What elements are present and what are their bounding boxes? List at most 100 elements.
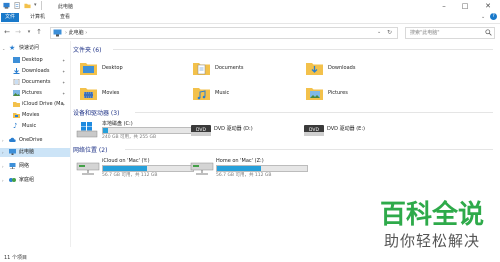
folder-label: Documents <box>215 65 244 71</box>
sidebar-item-pictures[interactable]: Pictures ✦ <box>0 89 70 98</box>
folder-desktop[interactable]: Desktop <box>80 60 180 76</box>
sidebar-item-homegroup[interactable]: › 家庭组 <box>0 176 70 185</box>
pictures-icon <box>13 90 20 96</box>
folder-documents[interactable]: Documents <box>193 60 293 76</box>
drive-usage-bar <box>102 127 194 134</box>
drive-usage-bar <box>102 165 194 172</box>
chevron-right-icon[interactable]: › <box>2 136 4 145</box>
sidebar-item-this-pc[interactable]: › 此电脑 <box>0 148 70 157</box>
help-icon[interactable]: ? <box>490 13 497 20</box>
address-bar[interactable]: › 此电脑 › ⌄ ↻ <box>50 27 398 39</box>
sidebar-item-label: Pictures <box>22 90 42 96</box>
folder-label: Movies <box>102 90 120 96</box>
cloud-icon <box>9 137 16 142</box>
network-drive-z[interactable]: Home on 'Mac' (Z:) 56.7 GB 可用，共 112 GB <box>188 157 313 179</box>
sidebar-item-downloads[interactable]: Downloads ✦ <box>0 67 70 76</box>
movies-icon <box>13 113 20 118</box>
quick-access-dropdown-icon[interactable]: ▾ <box>34 2 37 8</box>
close-button[interactable]: ✕ <box>483 1 493 11</box>
windows-drive-icon <box>76 122 98 138</box>
refresh-icon[interactable]: ↻ <box>387 28 392 37</box>
documents-folder-icon <box>193 63 210 75</box>
chevron-down-icon[interactable]: ⌄ <box>2 44 5 53</box>
sidebar-item-network[interactable]: › 网络 <box>0 162 70 171</box>
sidebar-item-label: iCloud Drive (Ma <box>22 101 64 107</box>
drive-size: 56.7 GB 可用，共 112 GB <box>102 173 158 178</box>
network-drive-icon <box>76 162 100 175</box>
window-icon <box>3 2 10 9</box>
properties-icon[interactable] <box>14 2 21 9</box>
folder-downloads[interactable]: Downloads <box>306 60 406 76</box>
forward-arrow-icon[interactable]: → <box>13 27 23 37</box>
sidebar-item-onedrive[interactable]: › OneDrive <box>0 136 70 145</box>
group-title: 网络位置 (2) <box>73 147 108 154</box>
drive-name: Home on 'Mac' (Z:) <box>216 158 264 164</box>
folder-movies[interactable]: Movies <box>80 85 180 101</box>
back-arrow-icon[interactable]: ← <box>2 27 12 37</box>
search-placeholder: 搜索"此电脑" <box>410 30 440 36</box>
music-folder-icon <box>193 88 210 100</box>
sidebar-item-label: Documents <box>22 79 51 85</box>
title-divider <box>41 1 42 10</box>
drive-usage-bar <box>216 165 308 172</box>
sidebar-item-label: 网络 <box>19 163 30 169</box>
sidebar-item-label: Movies <box>22 112 40 118</box>
search-icon <box>485 29 492 36</box>
maximize-button[interactable]: □ <box>460 1 470 11</box>
window-title: 此电脑 <box>58 4 74 10</box>
group-header-network[interactable]: 网络位置 (2) <box>73 145 493 154</box>
group-header-folders[interactable]: 文件夹 (6) <box>73 45 493 54</box>
up-arrow-icon[interactable]: ↑ <box>34 27 44 37</box>
recent-locations-icon[interactable]: ▾ <box>24 27 34 37</box>
drive-e[interactable]: DVD DVD 驱动器 (E:) <box>303 119 413 141</box>
sidebar-item-label: OneDrive <box>19 137 43 143</box>
pin-icon: ✦ <box>62 58 66 63</box>
sidebar-item-music[interactable]: ♪ Music <box>0 122 70 131</box>
music-icon: ♪ <box>13 122 18 130</box>
sidebar-item-icloud-drive[interactable]: iCloud Drive (Ma ✦ <box>0 100 70 109</box>
new-folder-icon[interactable] <box>24 2 31 9</box>
pictures-folder-icon <box>306 88 323 100</box>
title-bar: ▾ 此电脑 – □ ✕ <box>0 0 500 12</box>
ribbon-tabs: 文件 计算机 查看 ⌄ ? <box>0 12 500 24</box>
folder-label: Pictures <box>328 90 348 96</box>
drive-usage-fill <box>217 166 262 171</box>
sidebar-item-desktop[interactable]: Desktop ✦ <box>0 56 70 65</box>
drive-size: 240 GB 可用，共 255 GB <box>102 135 157 140</box>
tab-view[interactable]: 查看 <box>56 13 74 22</box>
downloads-folder-icon <box>306 63 323 75</box>
star-icon: ★ <box>9 44 16 52</box>
desktop-folder-icon <box>80 63 97 75</box>
tab-file[interactable]: 文件 <box>1 13 20 22</box>
watermark-logo: 百科全说 助你轻松解决 <box>368 200 496 258</box>
drive-c[interactable]: 本地磁盘 (C:) 240 GB 可用，共 255 GB <box>74 119 199 141</box>
ribbon-expand-icon[interactable]: ⌄ <box>481 14 485 20</box>
drive-d[interactable]: DVD DVD 驱动器 (D:) <box>190 119 300 141</box>
group-title: 文件夹 (6) <box>73 47 102 54</box>
search-input[interactable]: 搜索"此电脑" <box>405 27 495 39</box>
navigation-pane: ⌄ ★ 快速访问 Desktop ✦ Downloads ✦ Documents… <box>0 41 71 247</box>
sidebar-item-documents[interactable]: Documents ✦ <box>0 78 70 87</box>
chevron-right-icon[interactable]: › <box>2 162 4 171</box>
sidebar-item-movies[interactable]: Movies <box>0 111 70 120</box>
folder-icon <box>13 102 20 107</box>
drive-name: DVD 驱动器 (D:) <box>214 126 253 132</box>
tab-computer[interactable]: 计算机 <box>26 13 49 22</box>
breadcrumb[interactable]: › 此电脑 › <box>65 29 87 37</box>
svg-text:DVD: DVD <box>309 127 319 133</box>
sidebar-item-quick-access[interactable]: ⌄ ★ 快速访问 <box>0 44 70 53</box>
folder-music[interactable]: Music <box>193 85 293 101</box>
folder-label: Downloads <box>328 65 356 71</box>
chevron-right-icon[interactable]: › <box>2 148 4 157</box>
folder-pictures[interactable]: Pictures <box>306 85 406 101</box>
drive-name: 本地磁盘 (C:) <box>102 121 133 127</box>
drive-size: 56.7 GB 可用，共 112 GB <box>216 173 272 178</box>
minimize-button[interactable]: – <box>439 1 449 11</box>
documents-icon <box>13 79 20 85</box>
address-dropdown-icon[interactable]: ⌄ <box>377 28 381 37</box>
network-drive-y[interactable]: iCloud on 'Mac' (Y:) 56.7 GB 可用，共 112 GB <box>74 157 199 179</box>
folder-label: Desktop <box>102 65 123 71</box>
chevron-right-icon[interactable]: › <box>2 176 4 185</box>
group-header-devices[interactable]: 设备和驱动器 (3) <box>73 108 493 117</box>
homegroup-icon <box>9 178 16 182</box>
